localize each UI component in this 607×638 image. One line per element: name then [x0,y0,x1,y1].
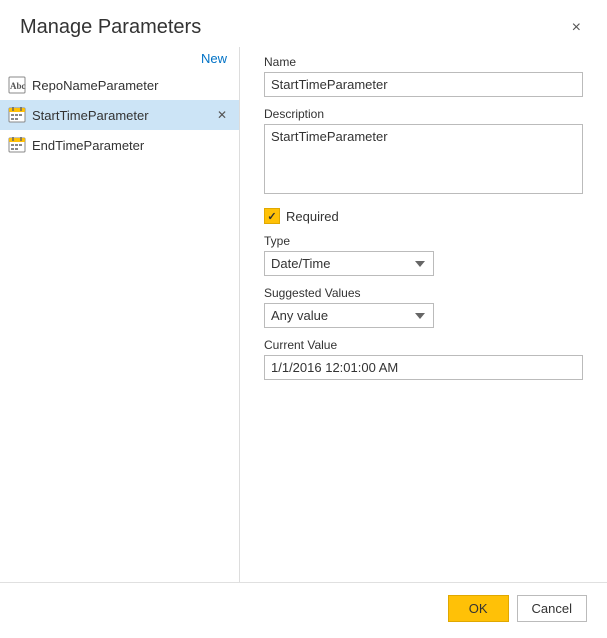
param-name: RepoNameParameter [32,78,158,93]
suggested-values-select-wrapper: Any value List of values [264,303,583,328]
required-checkbox[interactable] [264,208,280,224]
dialog-title: Manage Parameters [20,16,201,39]
dialog-body: New Abc RepoNameParameter [0,47,607,582]
right-panel: Name Description StartTimeParameter Requ… [240,47,607,582]
calendar-icon [8,106,26,124]
list-item[interactable]: StartTimeParameter ✕ [0,100,239,130]
ok-button[interactable]: OK [448,595,509,622]
parameter-list: Abc RepoNameParameter [0,70,239,582]
cancel-button[interactable]: Cancel [517,595,587,622]
delete-parameter-button[interactable]: ✕ [215,108,229,122]
left-panel: New Abc RepoNameParameter [0,47,240,582]
manage-parameters-dialog: Manage Parameters × New Abc RepoNamePara… [0,0,607,638]
type-select[interactable]: Date/Time Text Number Boolean [264,251,434,276]
name-field-group: Name [264,55,583,97]
list-item[interactable]: EndTimeParameter [0,130,239,160]
current-value-input[interactable] [264,355,583,380]
type-select-wrapper: Date/Time Text Number Boolean [264,251,583,276]
description-input[interactable]: StartTimeParameter [264,124,583,194]
list-item[interactable]: Abc RepoNameParameter [0,70,239,100]
required-label: Required [286,209,339,224]
description-field-group: Description StartTimeParameter [264,107,583,194]
type-label: Type [264,234,583,248]
current-value-field-group: Current Value [264,338,583,380]
name-label: Name [264,55,583,69]
required-row: Required [264,208,583,224]
type-field-group: Type Date/Time Text Number Boolean [264,234,583,276]
close-button[interactable]: × [566,18,587,38]
dialog-footer: OK Cancel [0,582,607,638]
svg-text:Abc: Abc [10,81,26,91]
suggested-values-field-group: Suggested Values Any value List of value… [264,286,583,328]
description-label: Description [264,107,583,121]
dialog-header: Manage Parameters × [0,0,607,47]
calendar-icon [8,136,26,154]
current-value-label: Current Value [264,338,583,352]
suggested-values-select[interactable]: Any value List of values [264,303,434,328]
param-name: EndTimeParameter [32,138,144,153]
name-input[interactable] [264,72,583,97]
new-link-row: New [0,47,239,70]
param-name: StartTimeParameter [32,108,149,123]
abc-icon: Abc [8,76,26,94]
new-parameter-button[interactable]: New [201,51,227,66]
suggested-values-label: Suggested Values [264,286,583,300]
